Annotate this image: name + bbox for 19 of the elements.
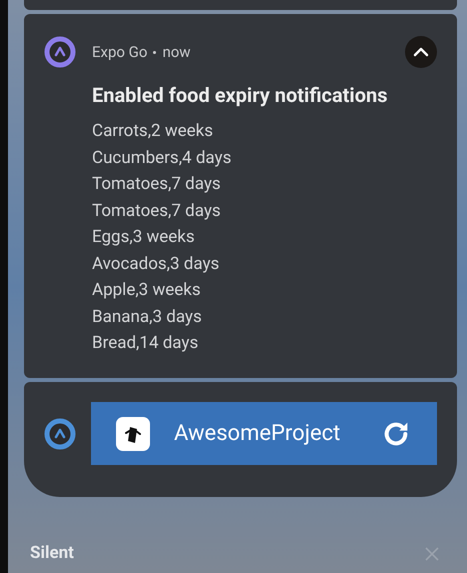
project-name: AwesomeProject	[174, 420, 340, 448]
section-label: Silent	[30, 542, 74, 565]
app-icon	[44, 418, 76, 450]
chevron-icon	[413, 47, 429, 57]
notification-line: Eggs,3 weeks	[92, 226, 196, 249]
timestamp: now	[162, 42, 191, 63]
notification-line: Tomatoes,7 days	[92, 200, 222, 222]
notification-title: Enabled food expiry notifications	[92, 82, 388, 109]
notification-line: Avocados,3 days	[92, 252, 220, 276]
notification-line: Banana,3 days	[92, 306, 203, 328]
notification-line: Cucumbers,4 days	[92, 146, 232, 170]
notification-line: Bread,14 days	[92, 332, 200, 355]
notification-line: Carrots,2 weeks	[92, 120, 214, 143]
app-logo-icon	[116, 416, 150, 450]
collapse-button[interactable]	[405, 36, 437, 68]
app-name: Expo Go	[92, 42, 148, 63]
notification-line: Tomatoes,7 days	[92, 173, 222, 196]
app-icon	[44, 36, 76, 68]
notification-line: Apple,3 weeks	[92, 279, 202, 302]
